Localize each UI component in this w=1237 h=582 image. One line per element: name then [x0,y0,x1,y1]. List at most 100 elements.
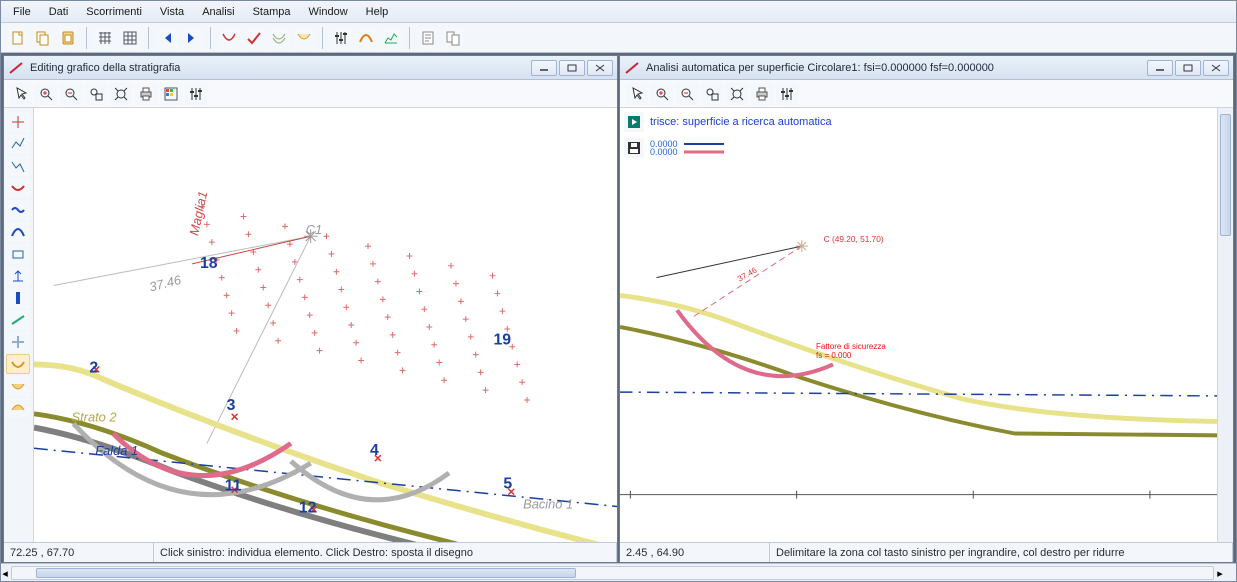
tool-line-green-icon[interactable] [6,310,30,330]
zoom-in-button[interactable] [35,83,57,105]
left-status-bar: 72.25 , 67.70 Click sinistro: individua … [4,542,617,562]
right-window-title: Analisi automatica per superficie Circol… [646,62,1147,74]
right-status-coord: 2.45 , 64.90 [620,543,770,562]
tool-polyline-icon[interactable] [6,134,30,154]
left-window-title: Editing grafico della stratigrafia [30,62,531,74]
tool-stratum-icon[interactable] [6,178,30,198]
tool-surface-icon[interactable] [6,354,30,374]
curve-orange-button[interactable] [355,27,377,49]
chart-line-button[interactable] [380,27,402,49]
left-window-toolbar [4,80,617,108]
right-canvas[interactable]: trisce: superficie a ricerca automatica … [620,108,1233,542]
left-side-palette [4,108,34,542]
left-window: Editing grafico della stratigrafia [3,55,618,563]
close-button[interactable] [587,60,613,76]
right-window-titlebar[interactable]: Analisi automatica per superficie Circol… [620,56,1233,80]
right-window-toolbar [620,80,1233,108]
svg-text:37.46: 37.46 [148,272,184,295]
report1-button[interactable] [417,27,439,49]
zoom-fit-button[interactable] [726,83,748,105]
sliders-button[interactable] [185,83,207,105]
maximize-button[interactable] [1175,60,1201,76]
tool-fill2-icon[interactable] [6,398,30,418]
menu-file[interactable]: File [5,3,39,21]
last-button[interactable] [181,27,203,49]
tool-anchor-icon[interactable] [6,266,30,286]
scroll-thumb[interactable] [1220,114,1231,236]
svg-text:4: 4 [370,442,379,459]
curve1-button[interactable] [218,27,240,49]
horizontal-scrollbar[interactable]: ◂ ▸ [11,566,1214,580]
menu-dati[interactable]: Dati [41,3,77,21]
workspace: Editing grafico della stratigrafia [1,53,1236,563]
menu-analisi[interactable]: Analisi [194,3,242,21]
svg-text:C1: C1 [306,222,322,237]
svg-text:37.46: 37.46 [736,266,759,284]
zoom-in-button[interactable] [651,83,673,105]
paste-button[interactable] [57,27,79,49]
tool-node-icon[interactable] [6,112,30,132]
minimize-button[interactable] [531,60,557,76]
zoom-window-button[interactable] [85,83,107,105]
svg-text:Bacino 1: Bacino 1 [523,496,573,511]
svg-text:11: 11 [225,478,242,495]
vertical-scrollbar[interactable] [1217,108,1233,542]
menu-help[interactable]: Help [358,3,397,21]
svg-text:18: 18 [200,255,218,272]
grid2-button[interactable] [119,27,141,49]
zoom-out-button[interactable] [60,83,82,105]
menu-window[interactable]: Window [301,3,356,21]
right-window: Analisi automatica per superficie Circol… [619,55,1234,563]
scroll-right-icon[interactable]: ▸ [1213,567,1227,579]
window-icon [8,60,24,76]
scroll-left-icon[interactable]: ◂ [0,567,12,579]
scroll-thumb[interactable] [36,568,576,578]
svg-text:Maglia1: Maglia1 [186,190,210,237]
left-canvas[interactable]: 2 3 4 5 11 12 18 19 Maglia1 C1 37.46 Str… [34,108,617,542]
print-button[interactable] [135,83,157,105]
svg-text:12: 12 [299,499,317,516]
left-status-coord: 72.25 , 67.70 [4,543,154,562]
window-icon [624,60,640,76]
svg-text:Strato 2: Strato 2 [72,410,117,425]
menu-vista[interactable]: Vista [152,3,192,21]
tool-curve2-icon[interactable] [6,222,30,242]
first-button[interactable] [156,27,178,49]
zoom-window-button[interactable] [701,83,723,105]
zoom-fit-button[interactable] [110,83,132,105]
svg-text:2: 2 [89,359,98,376]
print-button[interactable] [751,83,773,105]
minimize-button[interactable] [1147,60,1173,76]
tool-polyline2-icon[interactable] [6,156,30,176]
palette-button[interactable] [160,83,182,105]
zoom-out-button[interactable] [676,83,698,105]
tool-rect-icon[interactable] [6,244,30,264]
svg-text:C (49.20, 51.70): C (49.20, 51.70) [824,235,884,244]
sliders1-button[interactable] [330,27,352,49]
menu-stampa[interactable]: Stampa [245,3,299,21]
tool-wall-icon[interactable] [6,288,30,308]
svg-text:19: 19 [493,332,511,349]
grid1-button[interactable] [94,27,116,49]
sliders-button[interactable] [776,83,798,105]
copy-button[interactable] [32,27,54,49]
tool-water-icon[interactable] [6,200,30,220]
maximize-button[interactable] [559,60,585,76]
curve-shade-button[interactable] [293,27,315,49]
tool-fill-icon[interactable] [6,376,30,396]
app-bottom-bar: ◂ ▸ [1,563,1236,581]
tool-split-icon[interactable] [6,332,30,352]
svg-text:3: 3 [227,397,236,414]
left-window-titlebar[interactable]: Editing grafico della stratigrafia [4,56,617,80]
pointer-button[interactable] [626,83,648,105]
report2-button[interactable] [442,27,464,49]
curve-check-button[interactable] [243,27,265,49]
pointer-button[interactable] [10,83,32,105]
left-status-msg: Click sinistro: individua elemento. Clic… [154,543,617,562]
new-file-button[interactable] [7,27,29,49]
curve-multi-button[interactable] [268,27,290,49]
right-status-bar: 2.45 , 64.90 Delimitare la zona col tast… [620,542,1233,562]
svg-text:Falda 1: Falda 1 [95,443,138,458]
close-button[interactable] [1203,60,1229,76]
menu-scorrimenti[interactable]: Scorrimenti [78,3,150,21]
